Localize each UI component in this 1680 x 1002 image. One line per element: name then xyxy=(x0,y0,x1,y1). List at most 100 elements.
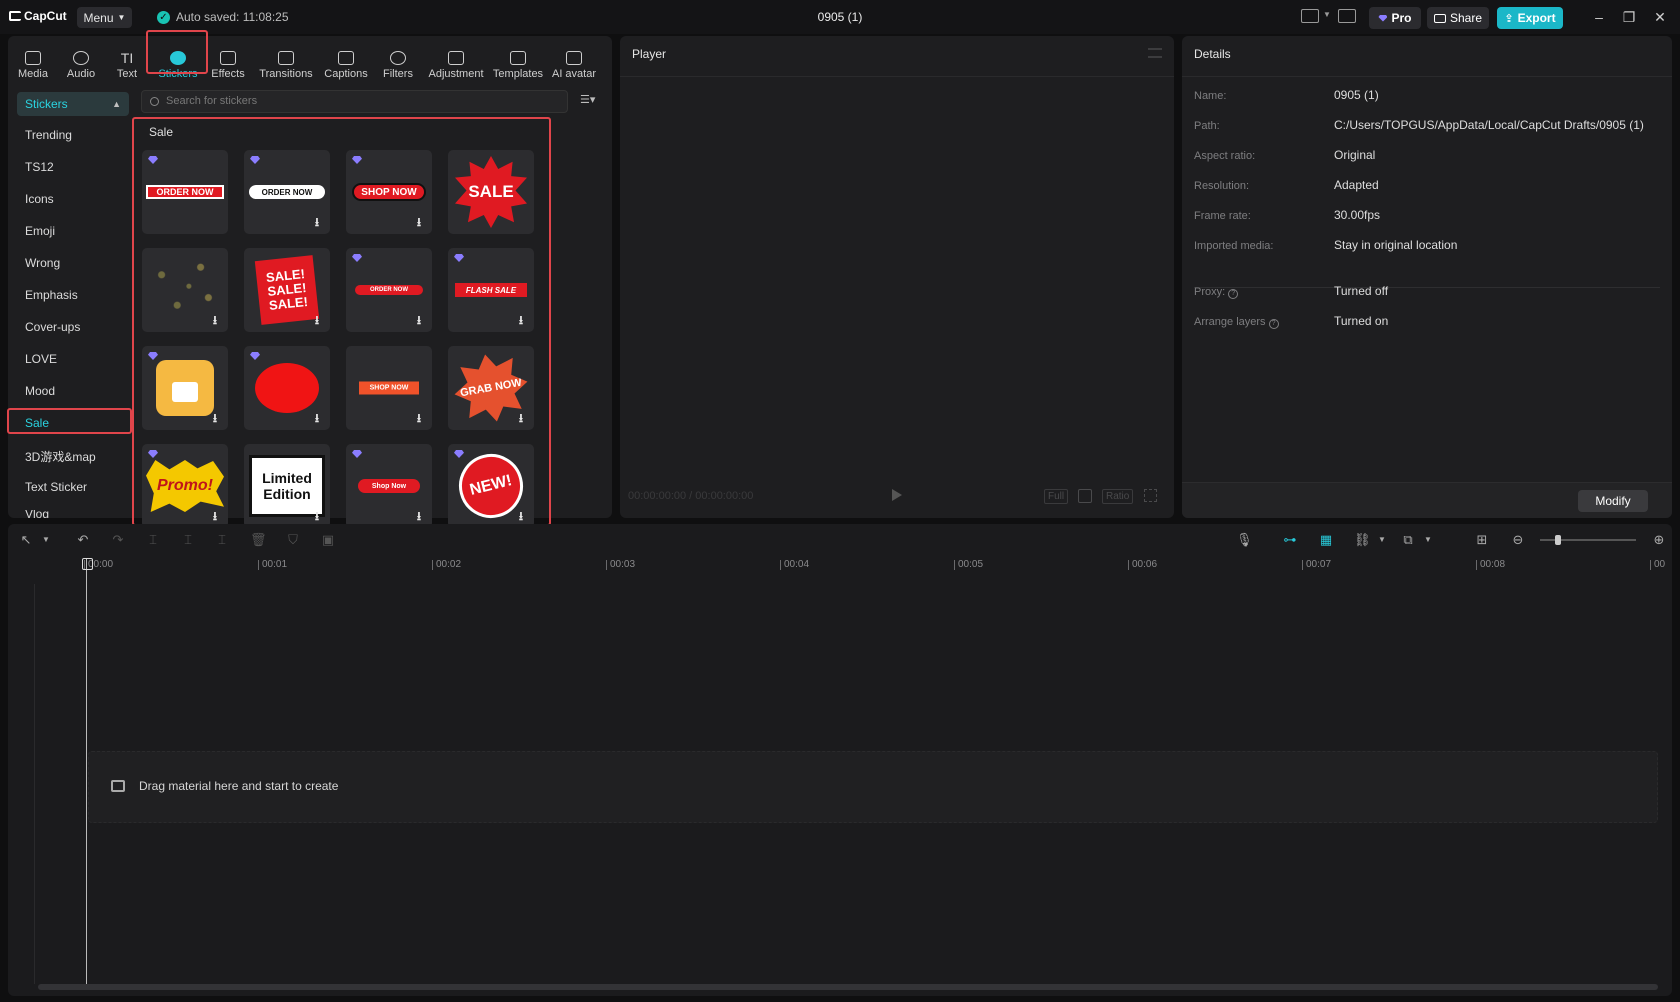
download-icon[interactable]: ⭳ xyxy=(514,509,528,523)
download-icon[interactable]: ⭳ xyxy=(412,411,426,425)
split-left-icon[interactable]: ⌶ xyxy=(180,532,196,548)
keyboard-icon[interactable] xyxy=(1338,9,1356,23)
zoom-out-icon[interactable]: ⊖ xyxy=(1510,532,1526,548)
magnet-icon[interactable]: ⊶ xyxy=(1282,532,1298,548)
sticker-tile[interactable]: SHOP NOW ⭳ xyxy=(346,150,432,234)
sticker-tile[interactable]: ORDER NOW ⭳ xyxy=(244,150,330,234)
auto-snap-icon[interactable]: ▦ xyxy=(1318,532,1334,548)
sidebar-item-wrong[interactable]: Wrong xyxy=(25,256,135,270)
sidebar-item-text-sticker[interactable]: Text Sticker xyxy=(25,480,135,494)
download-icon[interactable]: ⭳ xyxy=(310,215,324,229)
horizontal-scrollbar[interactable] xyxy=(38,984,1658,990)
microphone-icon[interactable]: 🎙 xyxy=(1236,532,1253,548)
download-icon[interactable]: ⭳ xyxy=(412,509,426,523)
sticker-tile[interactable]: SALE xyxy=(448,150,534,234)
download-icon[interactable]: ⭳ xyxy=(208,313,222,327)
sidebar-item-mood[interactable]: Mood xyxy=(25,384,135,398)
pro-button[interactable]: Pro xyxy=(1369,7,1421,29)
sticker-tile[interactable]: ⭳ xyxy=(142,248,228,332)
sticker-tile[interactable]: SALE! SALE! SALE! ⭳ xyxy=(244,248,330,332)
tab-stickers[interactable]: Stickers xyxy=(155,40,201,80)
sidebar-item-emphasis[interactable]: Emphasis xyxy=(25,288,135,302)
sticker-tile[interactable]: ORDER NOW ⭳ xyxy=(346,248,432,332)
help-icon[interactable]: ? xyxy=(1268,319,1279,329)
download-icon[interactable]: ⭳ xyxy=(208,509,222,523)
sidebar-item-emoji[interactable]: Emoji xyxy=(25,224,135,238)
tab-effects[interactable]: Effects xyxy=(208,40,248,80)
sticker-tile[interactable]: FLASH SALE ⭳ xyxy=(448,248,534,332)
download-icon[interactable]: ⭳ xyxy=(208,411,222,425)
download-icon[interactable]: ⭳ xyxy=(310,509,324,523)
link-icon[interactable]: ⛓ xyxy=(1354,532,1371,548)
split-right-icon[interactable]: ⌶ xyxy=(214,532,230,548)
download-icon[interactable]: ⭳ xyxy=(514,411,528,425)
snapshot-icon[interactable] xyxy=(1078,489,1092,503)
sticker-tile[interactable]: GRAB NOW ⭳ xyxy=(448,346,534,430)
download-icon[interactable]: ⭳ xyxy=(412,215,426,229)
download-icon[interactable]: ⭳ xyxy=(412,313,426,327)
download-icon[interactable]: ⭳ xyxy=(310,411,324,425)
zoom-in-icon[interactable]: ⊕ xyxy=(1651,532,1667,548)
maximize-icon[interactable]: ❐ xyxy=(1620,8,1638,26)
delete-icon[interactable]: 🗑 xyxy=(250,532,267,548)
search-input[interactable]: Search for stickers xyxy=(141,90,568,113)
sidebar-item-love[interactable]: LOVE xyxy=(25,352,135,366)
modify-button[interactable]: Modify xyxy=(1578,490,1648,512)
download-icon[interactable]: ⭳ xyxy=(310,313,324,327)
ratio-button[interactable]: Ratio xyxy=(1102,489,1134,504)
download-icon[interactable]: ⭳ xyxy=(514,313,528,327)
tab-templates[interactable]: Templates xyxy=(490,40,546,80)
tab-audio[interactable]: Audio xyxy=(62,40,100,80)
detail-value-proxy[interactable]: Turned off xyxy=(1334,284,1388,298)
timeline-ruler[interactable]: 00:00 00:01 00:02 00:03 00:04 00:05 00:0… xyxy=(84,560,1672,576)
preview-axis-icon[interactable]: ⧉ xyxy=(1400,532,1416,548)
stickers-category-header[interactable]: Stickers ▲ xyxy=(17,92,129,116)
sticker-tile[interactable]: NEW! ⭳ xyxy=(448,444,534,528)
close-icon[interactable]: ✕ xyxy=(1651,8,1669,26)
layout-icon[interactable] xyxy=(1301,9,1319,23)
marker-icon[interactable]: ⛉ xyxy=(285,532,301,548)
sidebar-item-3d-map[interactable]: 3D游戏&map xyxy=(25,448,135,465)
full-button[interactable]: Full xyxy=(1044,489,1069,504)
sticker-tile[interactable]: ⭳ xyxy=(244,346,330,430)
add-clip-icon[interactable]: ▣ xyxy=(320,532,336,548)
tab-adjustment[interactable]: Adjustment xyxy=(425,40,487,80)
menu-button[interactable]: Menu ▼ xyxy=(77,7,132,28)
sticker-tile[interactable]: Limited Edition ⭳ xyxy=(244,444,330,528)
play-icon[interactable] xyxy=(892,489,902,501)
help-icon[interactable]: ? xyxy=(1228,289,1239,299)
sidebar-item-trending[interactable]: Trending xyxy=(25,128,135,142)
sidebar-item-sale[interactable]: Sale xyxy=(25,416,135,430)
minimize-icon[interactable]: – xyxy=(1590,8,1608,26)
sidebar-item-ts12[interactable]: TS12 xyxy=(25,160,135,174)
sidebar-item-cover-ups[interactable]: Cover-ups xyxy=(25,320,135,334)
sidebar-item-icons[interactable]: Icons xyxy=(25,192,135,206)
select-cursor-icon[interactable]: ↖ xyxy=(18,532,34,548)
share-button[interactable]: Share xyxy=(1427,7,1489,29)
filter-button[interactable]: ☰▾ xyxy=(580,93,595,106)
sidebar-item-vlog[interactable]: Vlog xyxy=(25,510,135,518)
undo-icon[interactable]: ↶ xyxy=(75,532,91,548)
timeline-drop-zone[interactable]: Drag material here and start to create xyxy=(88,751,1658,823)
sticker-tile[interactable]: ⭳ xyxy=(142,346,228,430)
tab-ai-avatar[interactable]: AI avatar xyxy=(550,40,598,80)
playhead[interactable] xyxy=(82,558,93,986)
chevron-down-icon[interactable]: ▼ xyxy=(1374,532,1390,548)
fit-timeline-icon[interactable]: ⊞ xyxy=(1474,532,1490,548)
sticker-tile[interactable]: ORDER NOW xyxy=(142,150,228,234)
zoom-slider-handle[interactable] xyxy=(1555,535,1561,545)
split-icon[interactable]: ⌶ xyxy=(145,532,161,548)
chevron-down-icon[interactable]: ▼ xyxy=(38,532,54,548)
tab-captions[interactable]: Captions xyxy=(321,40,371,80)
tab-media[interactable]: Media xyxy=(14,40,52,80)
tab-text[interactable]: TI Text xyxy=(112,40,142,80)
chevron-down-icon[interactable]: ▼ xyxy=(1420,532,1436,548)
fullscreen-icon[interactable] xyxy=(1144,489,1157,502)
chevron-down-icon[interactable]: ▼ xyxy=(1323,10,1331,19)
detail-value-arrange-layers[interactable]: Turned on xyxy=(1334,314,1388,328)
sticker-tile[interactable]: Shop Now ⭳ xyxy=(346,444,432,528)
tab-filters[interactable]: Filters xyxy=(376,40,420,80)
tab-transitions[interactable]: Transitions xyxy=(257,40,315,80)
sticker-tile[interactable]: Promo! ⭳ xyxy=(142,444,228,528)
sticker-tile[interactable]: SHOP NOW ⭳ xyxy=(346,346,432,430)
